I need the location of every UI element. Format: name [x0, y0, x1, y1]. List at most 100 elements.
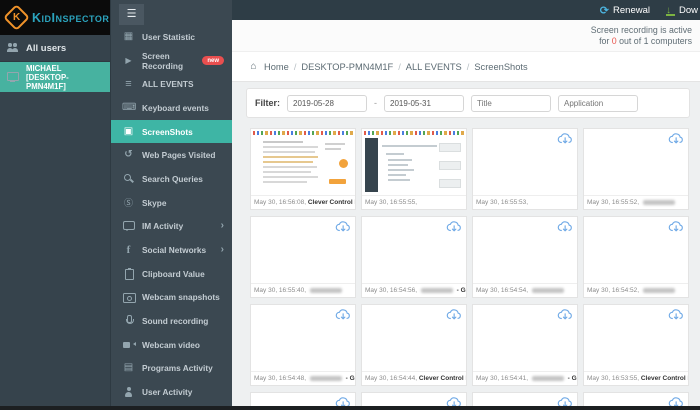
sidebar-item-label: Screen Recording	[142, 50, 184, 71]
users-group-icon	[6, 42, 19, 54]
download-button[interactable]: Dow	[665, 4, 698, 16]
download-cloud-icon[interactable]	[668, 308, 684, 321]
sidebar-item-label: Web Pages Visited	[142, 150, 216, 161]
download-cloud-icon[interactable]	[446, 308, 462, 321]
thumb-panel	[439, 179, 461, 188]
keyboard-icon	[122, 102, 135, 114]
screenshot-thumbnail	[473, 217, 577, 284]
screenshot-caption: May 30, 16:54:52,	[584, 284, 688, 297]
download-cloud-icon[interactable]	[446, 220, 462, 233]
date-from-input[interactable]	[287, 94, 368, 112]
date-to-input[interactable]	[384, 94, 465, 112]
sidebar-item-skype[interactable]: Skype	[111, 191, 232, 215]
sidebar-item-sound-recording[interactable]: Sound recording	[111, 309, 232, 333]
download-cloud-icon[interactable]	[557, 308, 573, 321]
hamburger-menu-button[interactable]: ☰	[119, 4, 144, 25]
screenshot-caption: May 30, 16:55:55,	[365, 199, 418, 206]
sidebar-item-user-activity[interactable]: User Activity	[111, 380, 232, 404]
sidebar-item-all-events[interactable]: ALL EVENTS	[111, 72, 232, 96]
application-filter-input[interactable]	[558, 94, 639, 112]
clipboard-icon	[122, 267, 135, 281]
breadcrumb-separator: /	[293, 61, 297, 72]
thumb-panel	[439, 161, 461, 170]
download-cloud-icon[interactable]	[668, 132, 684, 145]
sidebar-item-social-networks[interactable]: Social Networks	[111, 238, 232, 262]
screenshot-card[interactable]: May 30, 16:54:56, - Google	[361, 216, 467, 298]
sidebar-item-search-queries[interactable]: Search Queries	[111, 167, 232, 191]
screenshot-card[interactable]: May 30, 16:54:41, - Google	[472, 304, 578, 386]
download-cloud-icon[interactable]	[335, 308, 351, 321]
sidebar-item-web-pages-visited[interactable]: Web Pages Visited	[111, 143, 232, 167]
sidebar-item-user-statistic[interactable]: User Statistic	[111, 25, 232, 49]
app-logo: K KidInspector	[0, 0, 110, 35]
all-users-label: All users	[26, 42, 67, 54]
screenshot-card[interactable]: May 30, 16:54:44, Clever Control Manual …	[361, 304, 467, 386]
download-cloud-icon[interactable]	[335, 220, 351, 233]
programs-icon	[122, 362, 135, 374]
screenshot-card[interactable]: May 30, 16:54:54,	[472, 216, 578, 298]
screenshot-thumbnail	[473, 305, 577, 372]
screenshot-card[interactable]: May 30, 16:53:55, Clever Control Manual …	[583, 304, 689, 386]
sidebar-item-label: User Activity	[142, 387, 193, 398]
screenshot-caption: May 30, 16:53:55, Clever Control Manual …	[587, 375, 688, 382]
screenshot-caption: May 30, 16:54:54,	[473, 284, 577, 297]
sidebar-item-label: Skype	[142, 197, 167, 208]
selected-user-item[interactable]: MICHAEL [DESKTOP-PMN4M1F]	[0, 62, 110, 92]
screenshot-thumbnail	[362, 305, 466, 372]
breadcrumb-computer[interactable]: DESKTOP-PMN4M1F	[301, 62, 393, 72]
filter-bar: Filter: -	[246, 88, 690, 118]
app-title: KidInspector	[32, 10, 110, 25]
logo-hexagon-icon: K	[3, 4, 30, 31]
sidebar-item-screen-recording[interactable]: Screen Recording new	[111, 49, 232, 73]
renewal-button[interactable]: Renewal	[600, 4, 650, 17]
screenshot-card[interactable]: May 30, 16:56:08, Clever Control Manual …	[250, 128, 356, 210]
screenshot-thumbnail	[251, 129, 355, 196]
microphone-icon	[122, 315, 135, 327]
screenshot-card[interactable]: May 30, 16:54:48, - Google	[250, 304, 356, 386]
screenshot-card[interactable]: May 30, 16:55:55,	[361, 128, 467, 210]
sidebar-item-label: Programs Activity	[142, 363, 213, 374]
menu-sidebar: ☰ User Statistic Screen Recording new AL…	[110, 0, 232, 410]
sidebar-item-keyboard-events[interactable]: Keyboard events	[111, 96, 232, 120]
stats-icon	[122, 31, 135, 43]
title-filter-input[interactable]	[471, 94, 552, 112]
screenshot-card[interactable]: May 30, 16:55:53,	[472, 128, 578, 210]
download-label: Dow	[678, 4, 698, 16]
thumb-bookmarks-bar	[364, 131, 464, 135]
screenshot-icon	[122, 126, 135, 138]
renewal-icon	[600, 4, 609, 17]
sidebar-item-label: Webcam snapshots	[142, 292, 220, 303]
breadcrumb-separator: /	[466, 61, 470, 72]
sidebar-item-im-activity[interactable]: IM Activity	[111, 215, 232, 239]
download-cloud-icon[interactable]	[668, 220, 684, 233]
screenshot-caption: May 30, 16:54:56, - Google	[365, 287, 466, 294]
screenshot-caption: May 30, 16:56:08, Clever Control Manual …	[254, 199, 355, 206]
breadcrumb-screenshots[interactable]: ScreenShots	[474, 62, 527, 72]
sidebar-item-screenshots[interactable]: ScreenShots	[111, 119, 232, 144]
play-icon	[122, 55, 135, 67]
top-bar: Renewal Dow	[232, 0, 700, 20]
download-icon	[665, 5, 675, 16]
screenshot-card[interactable]: May 30, 16:54:52,	[583, 216, 689, 298]
download-cloud-icon[interactable]	[557, 220, 573, 233]
sidebar-item-webcam-snapshots[interactable]: Webcam snapshots	[111, 286, 232, 310]
screenshot-caption: May 30, 16:54:44, Clever Control Manual …	[365, 375, 466, 382]
redacted-text	[531, 287, 564, 293]
screenshot-thumbnail	[362, 129, 466, 196]
redacted-text	[531, 375, 564, 381]
filter-label: Filter:	[255, 98, 281, 108]
all-users-item[interactable]: All users	[0, 35, 110, 62]
download-cloud-icon[interactable]	[557, 132, 573, 145]
screenshot-card[interactable]: May 30, 16:55:52,	[583, 128, 689, 210]
breadcrumb-separator: /	[398, 61, 401, 72]
sidebar-item-webcam-video[interactable]: Webcam video	[111, 333, 232, 357]
sidebar-item-label: Keyboard events	[142, 102, 209, 113]
sidebar-item-clipboard-value[interactable]: Clipboard Value	[111, 262, 232, 286]
screenshot-thumbnail	[362, 217, 466, 284]
breadcrumb-all-events[interactable]: ALL EVENTS	[406, 62, 462, 72]
sidebar-item-programs-activity[interactable]: Programs Activity	[111, 357, 232, 381]
renewal-label: Renewal	[613, 4, 650, 16]
screenshot-caption: May 30, 16:55:52,	[584, 196, 688, 209]
breadcrumb-home[interactable]: Home	[264, 62, 289, 72]
screenshot-card[interactable]: May 30, 16:55:40,	[250, 216, 356, 298]
